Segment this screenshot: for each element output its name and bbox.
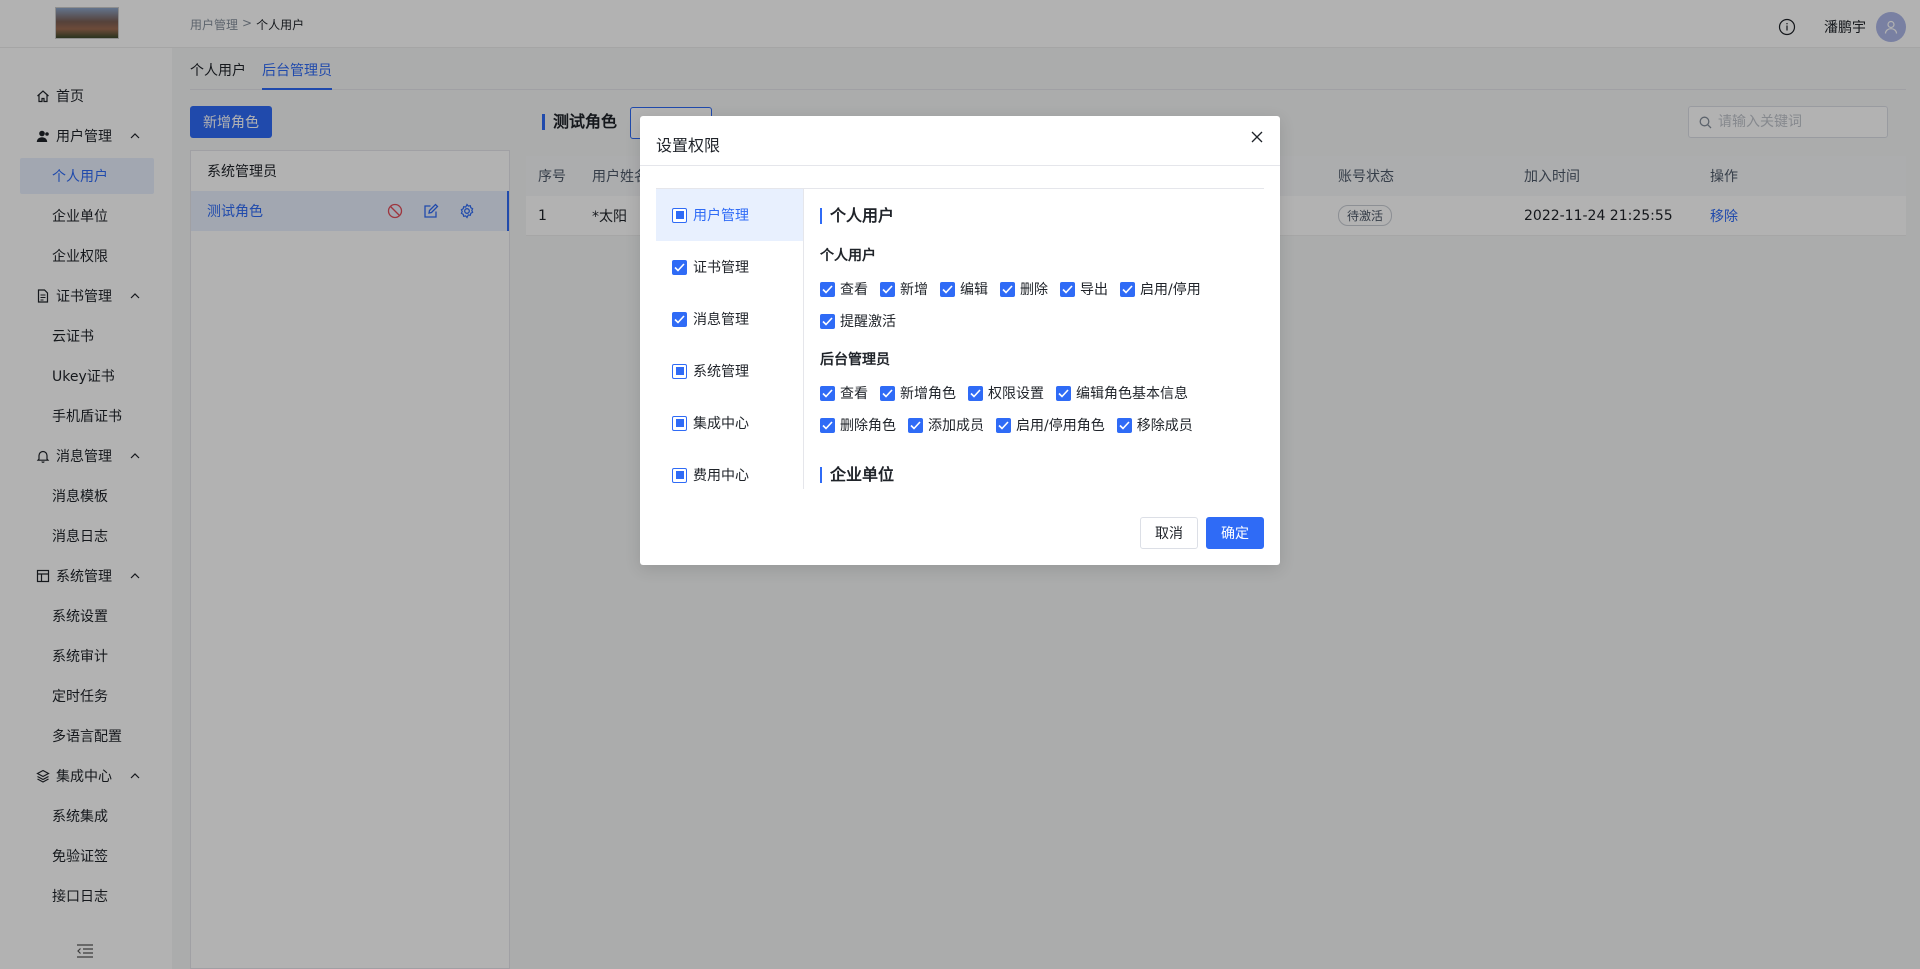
permission-checkbox[interactable]: 新增 [880,279,928,299]
permission-detail: 个人用户 个人用户 查看 新增 编辑 删除 导出 启用/停用 提醒激活 后台管理员 查看新… [820,189,1264,489]
checkbox-checked-icon[interactable] [672,311,687,327]
checkbox-row: 查看 新增 编辑 删除 导出 启用/停用 [820,279,1201,299]
category-integration-center[interactable]: 集成中心 [656,397,803,449]
permission-checkbox[interactable]: 导出 [1060,279,1108,299]
permission-checkbox[interactable]: 编辑角色基本信息 [1056,383,1188,403]
checkbox-checked-icon[interactable] [820,281,835,297]
checkbox-checked-icon[interactable] [1056,385,1071,401]
checkbox-checked-icon[interactable] [672,259,687,275]
group-title: 个人用户 [820,248,876,264]
checkbox-checked-icon[interactable] [1000,281,1015,297]
checkbox-checked-icon[interactable] [1060,281,1075,297]
checkbox-checked-icon[interactable] [908,417,923,433]
category-user-management[interactable]: 用户管理 [656,189,803,241]
category-label: 集成中心 [693,416,749,432]
category-label: 系统管理 [693,364,749,380]
permission-checkbox[interactable]: 提醒激活 [820,311,896,331]
checkbox-label: 导出 [1080,282,1108,298]
category-cert-management[interactable]: 证书管理 [656,241,803,293]
checkbox-row: 删除角色 添加成员 启用/停用角色 移除成员 [820,415,1193,435]
category-label: 证书管理 [693,260,749,276]
checkbox-label: 编辑 [960,282,988,298]
checkbox-label: 查看 [840,282,868,298]
checkbox-checked-icon[interactable] [880,281,895,297]
permission-checkbox[interactable]: 删除角色 [820,415,896,435]
permission-checkbox[interactable]: 添加成员 [908,415,984,435]
checkbox-label: 添加成员 [928,418,984,434]
permission-checkbox[interactable]: 查看 [820,279,868,299]
checkbox-label: 删除角色 [840,418,896,434]
modal-footer: 取消 确定 [1140,517,1264,549]
permission-checkbox[interactable]: 查看 [820,383,868,403]
category-message-management[interactable]: 消息管理 [656,293,803,345]
checkbox-indeterminate-icon[interactable] [672,363,687,379]
modal-header: 设置权限 [640,116,1280,166]
group-title: 后台管理员 [820,352,890,368]
checkbox-checked-icon[interactable] [820,417,835,433]
permission-checkbox[interactable]: 删除 [1000,279,1048,299]
category-label: 费用中心 [693,468,749,484]
permission-checkbox[interactable]: 新增角色 [880,383,956,403]
checkbox-checked-icon[interactable] [968,385,983,401]
checkbox-label: 提醒激活 [840,314,896,330]
checkbox-row: 提醒激活 [820,311,896,331]
checkbox-checked-icon[interactable] [1116,417,1132,433]
category-label: 用户管理 [693,208,749,224]
checkbox-indeterminate-icon[interactable] [672,415,687,431]
permissions-modal: 设置权限 用户管理 证书管理 消息管理 系统管理 集成中心 费用中心 个人用户 … [640,116,1280,565]
modal-title: 设置权限 [656,136,721,155]
section-title: 个人用户 [820,208,894,224]
checkbox-indeterminate-icon[interactable] [672,207,687,223]
permission-checkbox[interactable]: 移除成员 [1116,415,1193,435]
section-title: 企业单位 [820,467,894,483]
category-system-management[interactable]: 系统管理 [656,345,803,397]
confirm-button[interactable]: 确定 [1206,517,1264,549]
modal-body: 用户管理 证书管理 消息管理 系统管理 集成中心 费用中心 个人用户 个人用户 … [656,188,1264,489]
checkbox-label: 删除 [1020,282,1048,298]
checkbox-checked-icon[interactable] [940,281,955,297]
category-billing-center[interactable]: 费用中心 [656,449,803,501]
permission-checkbox[interactable]: 启用/停用角色 [996,415,1105,435]
checkbox-label: 查看 [840,386,868,402]
checkbox-indeterminate-icon[interactable] [672,467,687,483]
checkbox-label: 移除成员 [1136,418,1193,434]
permission-checkbox[interactable]: 权限设置 [968,383,1044,403]
checkbox-label: 启用/停用角色 [1016,418,1105,434]
checkbox-label: 新增角色 [900,386,956,402]
checkbox-checked-icon[interactable] [996,417,1011,433]
checkbox-checked-icon[interactable] [1120,281,1135,297]
checkbox-label: 权限设置 [988,386,1044,402]
checkbox-checked-icon[interactable] [820,385,835,401]
permission-category-list: 用户管理 证书管理 消息管理 系统管理 集成中心 费用中心 [656,189,804,489]
checkbox-checked-icon[interactable] [880,385,895,401]
checkbox-label: 新增 [900,282,928,298]
checkbox-label: 编辑角色基本信息 [1076,386,1188,402]
permission-checkbox[interactable]: 编辑 [940,279,988,299]
checkbox-label: 启用/停用 [1140,282,1201,298]
checkbox-checked-icon[interactable] [820,313,835,329]
checkbox-row: 查看 新增角色 权限设置 编辑角色基本信息 [820,383,1188,403]
cancel-button[interactable]: 取消 [1140,517,1198,549]
close-icon[interactable] [1250,130,1264,144]
permission-checkbox[interactable]: 启用/停用 [1120,279,1201,299]
category-label: 消息管理 [693,312,749,328]
